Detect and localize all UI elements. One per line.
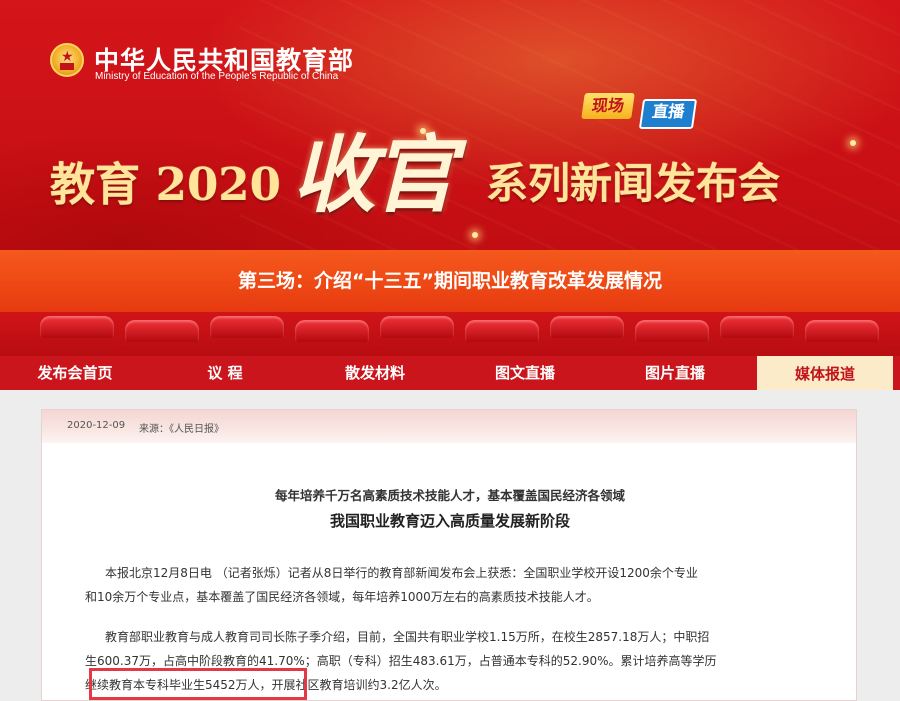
banner-title-finale: 收官 — [292, 125, 456, 224]
national-emblem-icon: ★ — [50, 43, 84, 77]
sparkle-decoration — [472, 232, 478, 238]
article-source: 来源：《人民日报》 — [139, 420, 224, 435]
article-headline: 我国职业教育迈入高质量发展新阶段 — [329, 512, 570, 530]
highlight-box — [89, 668, 307, 700]
article-panel: 2020-12-09 来源：《人民日报》 每年培养千万名高素质技术技能人才，基本… — [41, 409, 857, 701]
auditorium-seats-decoration — [0, 312, 900, 356]
live-badge-broadcast: 直播 — [638, 99, 698, 129]
sparkle-decoration — [850, 140, 856, 146]
ministry-name-en: Ministry of Education of the People's Re… — [95, 71, 339, 82]
header-banner: ★ 中华人民共和国教育部 Ministry of Education of th… — [0, 0, 900, 356]
nav-item-photo-live[interactable]: 图片直播 — [600, 356, 750, 390]
main-nav: 发布会首页 议 程 散发材料 图文直播 图片直播 媒体报道 — [0, 356, 900, 390]
nav-item-media-reports[interactable]: 媒体报道 — [757, 356, 893, 390]
nav-item-home[interactable]: 发布会首页 — [0, 356, 150, 390]
article-date: 2020-12-09 — [67, 420, 126, 431]
article-subtitle: 每年培养千万名高素质技术技能人才，基本覆盖国民经济各领域 — [274, 488, 625, 503]
live-broadcast-badge: 现场 直播 — [581, 93, 699, 129]
banner-title-press-conference: 系列新闻发布会 — [486, 159, 781, 208]
paragraph-line: 教育部职业教育与成人教育司司长陈子季介绍，目前，全国共有职业学校1.15万所，在… — [105, 630, 710, 644]
session-bar: 第三场：介绍“十三五”期间职业教育改革发展情况 — [0, 250, 900, 312]
session-title: 第三场：介绍“十三五”期间职业教育改革发展情况 — [238, 270, 662, 292]
banner-title-education-2020: 教育 2020 — [50, 158, 281, 211]
nav-item-materials[interactable]: 散发材料 — [300, 356, 450, 390]
article-source-label: 来源： — [139, 424, 169, 435]
nav-item-agenda[interactable]: 议 程 — [150, 356, 300, 390]
article-paragraph: 本报北京12月8日电 （记者张烁）记者从8日举行的教育部新闻发布会上获悉：全国职… — [85, 561, 805, 609]
paragraph-line: 本报北京12月8日电 （记者张烁）记者从8日举行的教育部新闻发布会上获悉：全国职… — [105, 566, 698, 580]
paragraph-line: 和10余万个专业点，基本覆盖了国民经济各领域，每年培养1000万左右的高素质技术… — [85, 590, 599, 604]
live-badge-scene: 现场 — [581, 93, 635, 119]
article-meta-bar: 2020-12-09 来源：《人民日报》 — [42, 410, 856, 443]
article-source-value: 《人民日报》 — [169, 424, 224, 435]
nav-item-text-live[interactable]: 图文直播 — [450, 356, 600, 390]
